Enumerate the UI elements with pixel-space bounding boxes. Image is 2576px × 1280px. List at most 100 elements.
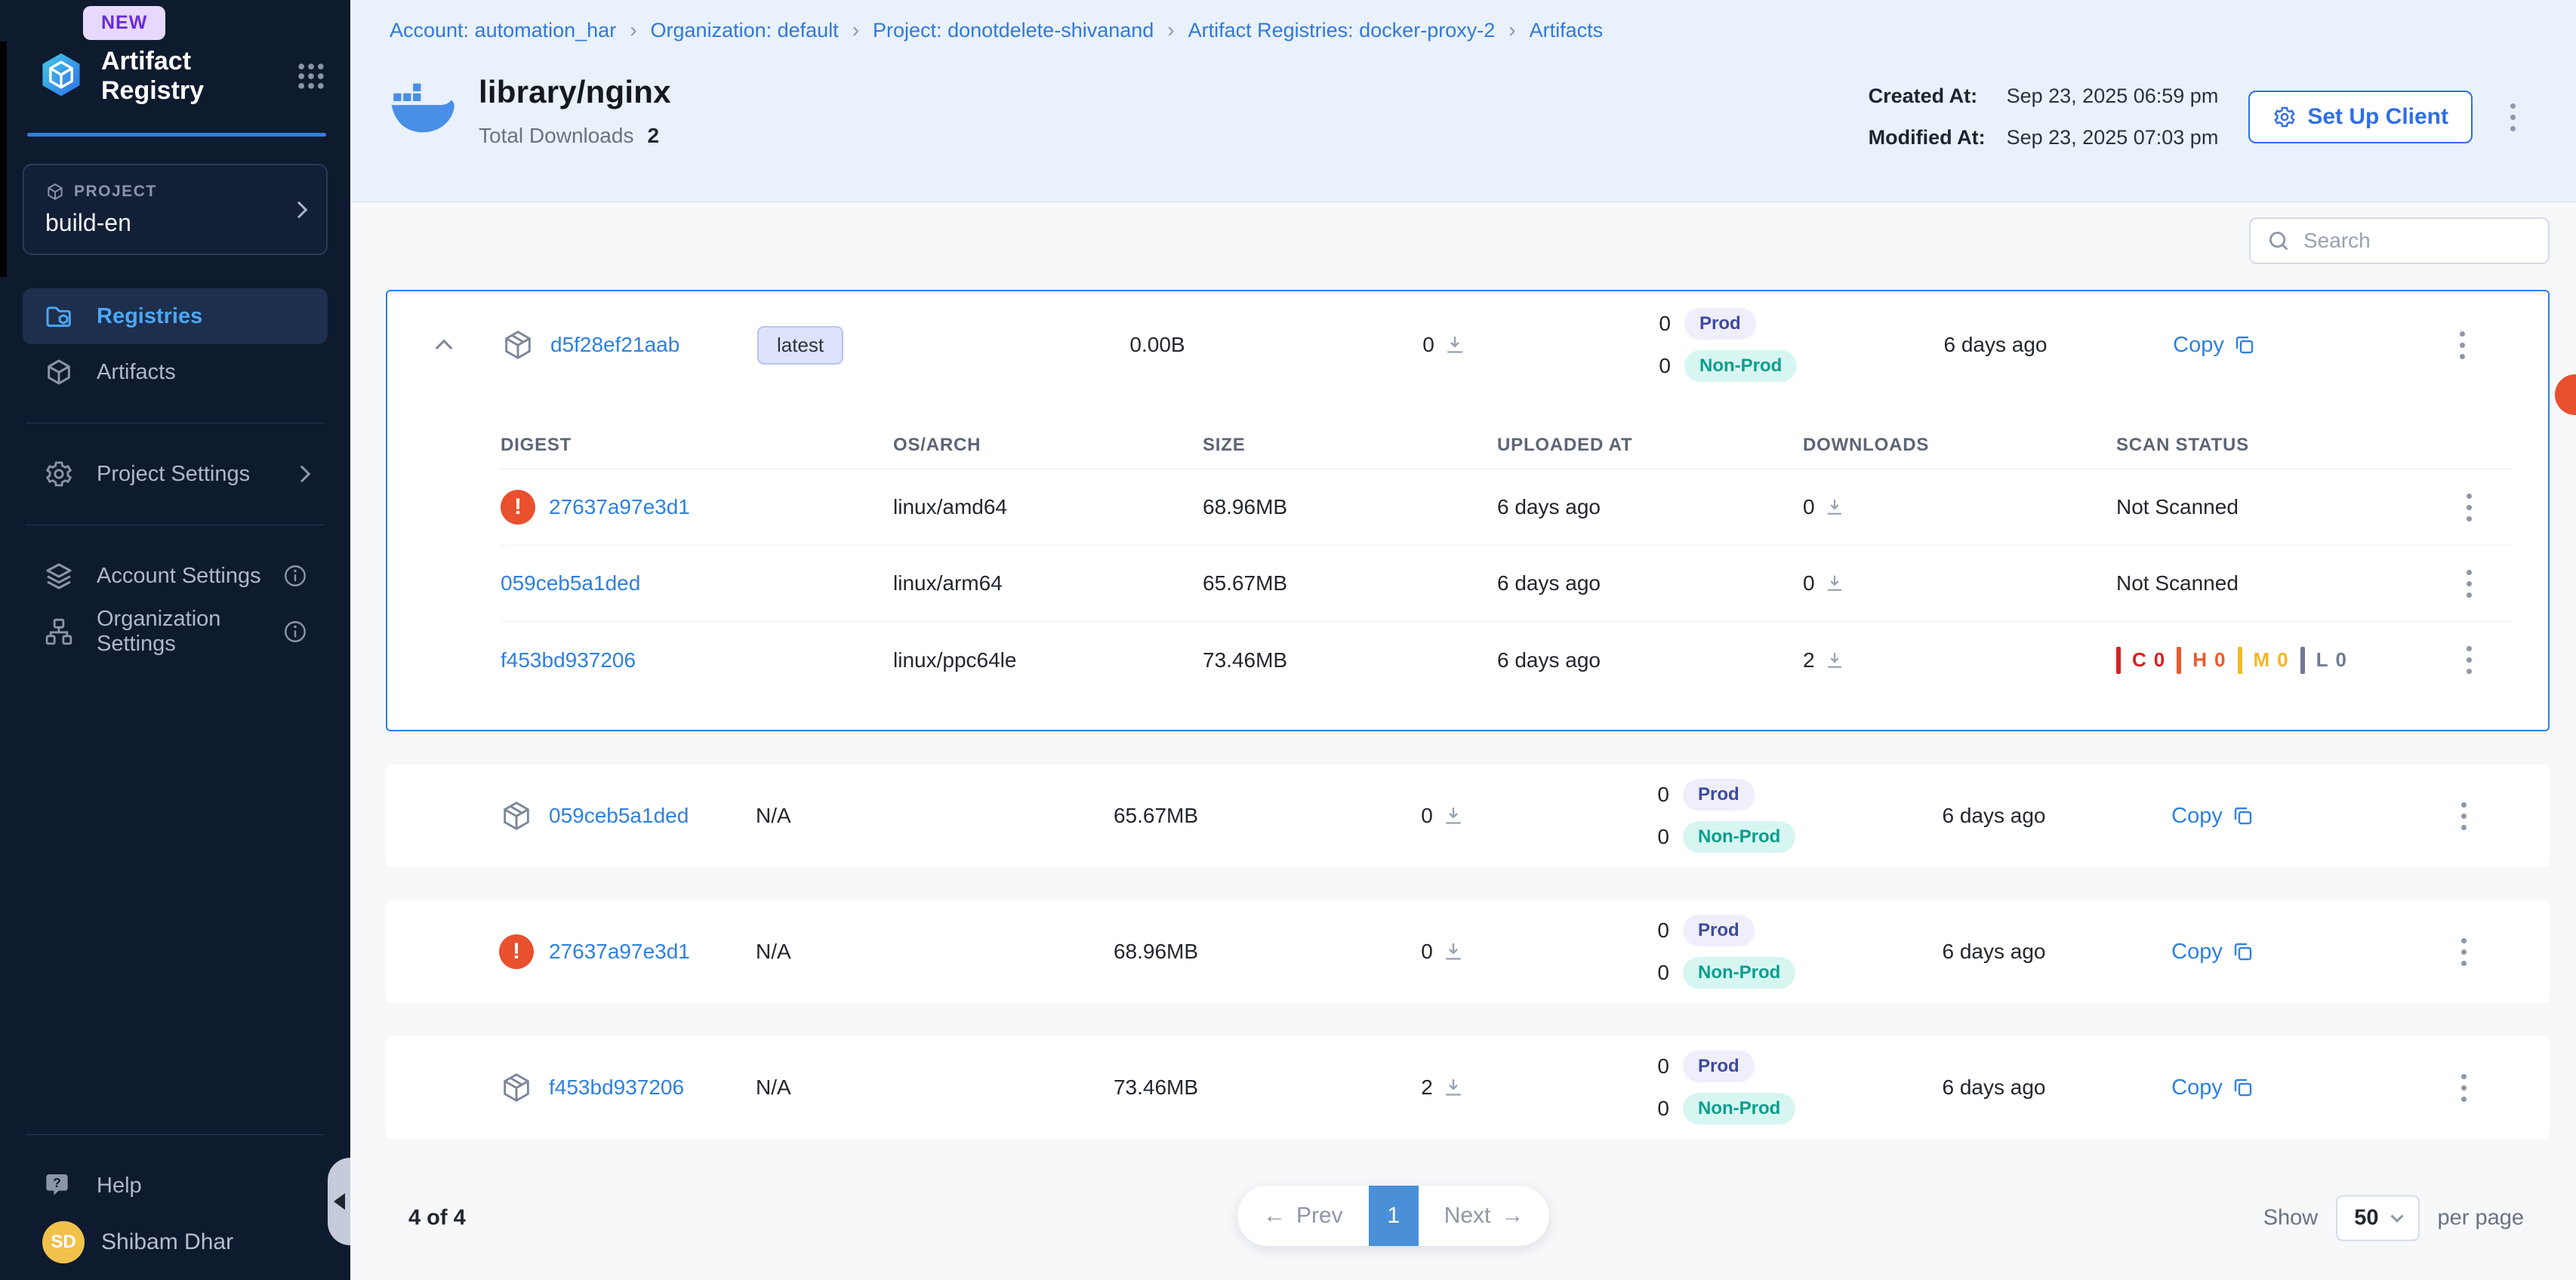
chevron-right-icon: [294, 466, 311, 483]
gear-icon: [42, 459, 75, 489]
per-page-label: per page: [2438, 1206, 2525, 1231]
copy-link[interactable]: Copy: [2171, 1075, 2223, 1100]
breadcrumb-account[interactable]: Account: automation_har: [390, 19, 616, 42]
setup-client-button[interactable]: Set Up Client: [2248, 91, 2473, 143]
digest-link[interactable]: 27637a97e3d1: [549, 495, 690, 519]
scan-status: Not Scanned: [2116, 495, 2425, 519]
severity-bar-high: [2177, 647, 2181, 674]
row-menu-icon[interactable]: [2459, 642, 2479, 678]
project-cube-icon: [45, 182, 65, 202]
digest-os-arch: linux/arm64: [893, 571, 1203, 595]
breadcrumb-separator: ›: [628, 18, 638, 42]
next-page-button[interactable]: Next →: [1419, 1186, 1550, 1246]
version-digest-link[interactable]: 27637a97e3d1: [549, 940, 690, 964]
result-range: 4 of 4: [408, 1206, 466, 1231]
package-icon: [499, 798, 534, 833]
docker-icon: [390, 82, 456, 134]
nonprod-count: 0: [1654, 1097, 1669, 1121]
collapse-row-button[interactable]: [387, 336, 501, 354]
copy-link[interactable]: Copy: [2171, 804, 2223, 829]
version-digest-link[interactable]: 059ceb5a1ded: [549, 804, 689, 828]
download-icon: [1442, 1076, 1465, 1099]
version-age: 6 days ago: [1881, 940, 2107, 964]
sidebar-footer: ? Help SD Shibam Dhar: [0, 1112, 350, 1280]
search-input[interactable]: [2303, 229, 2576, 253]
row-menu-icon[interactable]: [2459, 565, 2479, 602]
pagination: 4 of 4 ← Prev 1 Next → Show 50: [386, 1184, 2550, 1252]
sidebar-item-organization-settings[interactable]: Organization Settings: [23, 604, 328, 660]
breadcrumb-separator: ›: [1507, 18, 1517, 42]
page-size-select[interactable]: 50: [2336, 1195, 2419, 1242]
severity-bar-medium: [2238, 647, 2242, 674]
row-menu-icon[interactable]: [2454, 934, 2474, 971]
sidebar-item-label: Organization Settings: [97, 607, 261, 657]
sidebar-item-help[interactable]: ? Help: [23, 1158, 328, 1214]
sidebar-item-label: Help: [97, 1174, 308, 1198]
row-menu-icon[interactable]: [2452, 327, 2473, 364]
scan-status: Not Scanned: [2116, 571, 2425, 595]
module-grid-icon[interactable]: [294, 60, 328, 93]
copy-icon: [2233, 334, 2256, 356]
modified-at-label: Modified At:: [1869, 126, 1986, 149]
artifacts-icon: [42, 357, 75, 387]
artifact-meta: Created At: Sep 23, 2025 06:59 pm Modifi…: [1869, 85, 2219, 149]
breadcrumb-organization[interactable]: Organization: default: [651, 19, 839, 42]
version-digest-link[interactable]: d5f28ef21aab: [550, 333, 679, 357]
env-counts: 0Prod 0Non-Prod: [1654, 915, 1795, 989]
total-downloads-label: Total Downloads: [479, 124, 633, 148]
project-label: PROJECT: [74, 183, 157, 201]
digest-row: f453bd937206 linux/ppc64le 73.46MB 6 day…: [501, 622, 2513, 698]
app-root: NEW Artifact Registry PROJECT build-en: [0, 0, 2576, 1280]
current-page[interactable]: 1: [1369, 1186, 1419, 1246]
content-area: d5f28ef21aab latest 0.00B 0 0: [350, 202, 2576, 1280]
breadcrumb-artifacts[interactable]: Artifacts: [1530, 19, 1604, 42]
warning-icon: !: [501, 490, 535, 525]
collapse-arrow-icon: [334, 1193, 345, 1210]
breadcrumb-registry[interactable]: Artifact Registries: docker-proxy-2: [1188, 19, 1496, 42]
severity-bar-critical: [2116, 647, 2121, 674]
project-selector[interactable]: PROJECT build-en: [23, 164, 328, 255]
prod-chip: Prod: [1683, 1051, 1755, 1082]
prod-chip: Prod: [1684, 308, 1756, 340]
col-os-arch: OS/ARCH: [893, 435, 1203, 456]
sidebar-nav: Registries Artifacts Project Settings: [0, 288, 350, 660]
sidebar-item-label: Project Settings: [97, 462, 275, 487]
expanded-version-panel: d5f28ef21aab latest 0.00B 0 0: [386, 290, 2550, 731]
prev-page-button[interactable]: ← Prev: [1237, 1186, 1369, 1246]
severity-critical-count: 0: [2154, 648, 2165, 672]
row-menu-icon[interactable]: [2459, 489, 2479, 526]
created-at-label: Created At:: [1869, 85, 1986, 108]
sidebar-item-project-settings[interactable]: Project Settings: [23, 446, 328, 502]
copy-link[interactable]: Copy: [2173, 333, 2224, 358]
sidebar-item-account-settings[interactable]: Account Settings: [23, 548, 328, 604]
user-menu[interactable]: SD Shibam Dhar: [23, 1214, 328, 1274]
main-area: Account: automation_har › Organization: …: [350, 0, 2576, 1280]
modified-at-value: Sep 23, 2025 07:03 pm: [2007, 126, 2219, 149]
row-menu-icon[interactable]: [2454, 798, 2474, 835]
col-scan-status: SCAN STATUS: [2116, 435, 2425, 456]
registries-icon: [42, 301, 75, 331]
header-menu-icon[interactable]: [2503, 99, 2523, 136]
digest-link[interactable]: 059ceb5a1ded: [501, 571, 640, 595]
version-digest-link[interactable]: f453bd937206: [549, 1075, 684, 1100]
pager: ← Prev 1 Next →: [1237, 1186, 1549, 1246]
copy-link[interactable]: Copy: [2171, 940, 2223, 965]
nonprod-count: 0: [1654, 825, 1669, 849]
setup-client-label: Set Up Client: [2307, 104, 2448, 130]
sidebar-item-registries[interactable]: Registries: [23, 288, 328, 344]
prod-chip: Prod: [1683, 915, 1755, 946]
row-menu-icon[interactable]: [2454, 1069, 2474, 1106]
sidebar: NEW Artifact Registry PROJECT build-en: [0, 0, 350, 1280]
arrow-right-icon: →: [1501, 1203, 1524, 1229]
sidebar-header: Artifact Registry: [0, 0, 350, 106]
digest-link[interactable]: f453bd937206: [501, 648, 636, 672]
sidebar-item-artifacts[interactable]: Artifacts: [23, 344, 328, 400]
version-size: 73.46MB: [982, 1075, 1330, 1100]
avatar: SD: [42, 1221, 85, 1263]
breadcrumb-project[interactable]: Project: donotdelete-shivanand: [873, 19, 1154, 42]
total-downloads-value: 2: [647, 124, 659, 148]
sidebar-collapse-handle[interactable]: [328, 1158, 350, 1245]
search-field[interactable]: [2249, 217, 2550, 264]
digest-os-arch: linux/ppc64le: [893, 648, 1203, 672]
chevron-right-icon: [291, 201, 308, 218]
